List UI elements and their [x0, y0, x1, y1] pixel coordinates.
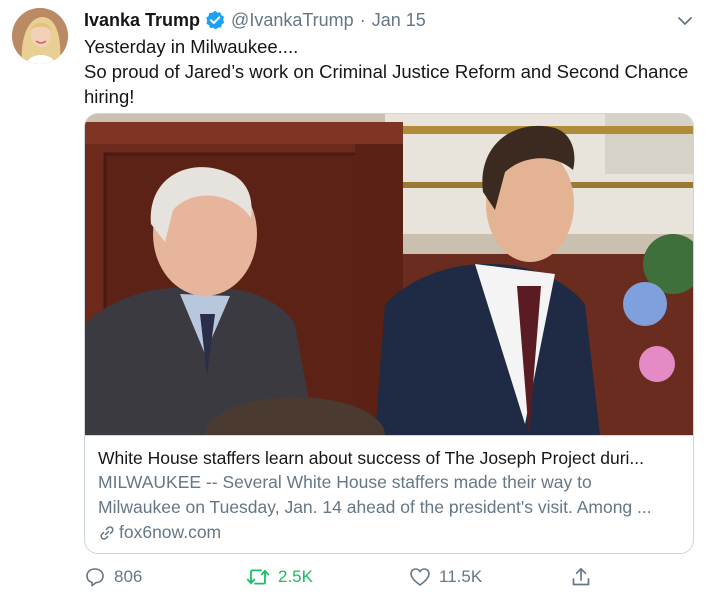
- reply-icon: [86, 568, 104, 587]
- author-name[interactable]: Ivanka Trump: [84, 9, 200, 31]
- link-icon: [100, 525, 114, 540]
- tweet: Ivanka Trump @IvankaTrump · Jan 15 Yeste…: [0, 0, 712, 600]
- verified-badge-icon: [205, 10, 225, 30]
- card-description: MILWAUKEE -- Several White House staffer…: [98, 470, 681, 520]
- card-domain-text: fox6now.com: [119, 522, 222, 542]
- share-button[interactable]: [570, 566, 600, 588]
- separator: ·: [359, 10, 366, 30]
- tweet-text-line: Yesterday in Milwaukee....: [84, 36, 299, 57]
- chevron-down-icon[interactable]: [676, 12, 694, 30]
- avatar-image: [12, 8, 68, 64]
- card-description-line: MILWAUKEE -- Several White House staffer…: [98, 472, 592, 492]
- retweet-icon: [246, 569, 270, 585]
- card-domain[interactable]: fox6now.com: [98, 520, 681, 545]
- share-icon: [572, 567, 590, 586]
- tweet-date[interactable]: Jan 15: [372, 9, 426, 31]
- reply-count: 806: [114, 567, 143, 586]
- tweet-header: Ivanka Trump @IvankaTrump · Jan 15: [84, 9, 426, 31]
- author-handle[interactable]: @IvankaTrump: [231, 9, 354, 31]
- like-button[interactable]: 11.5K: [409, 566, 482, 588]
- link-card[interactable]: White House staffers learn about success…: [84, 113, 694, 554]
- tweet-text-line: So proud of Jared’s work on Criminal Jus…: [84, 61, 689, 82]
- avatar[interactable]: [12, 8, 68, 64]
- reply-button[interactable]: 806: [84, 566, 142, 588]
- card-title[interactable]: White House staffers learn about success…: [98, 446, 681, 470]
- card-body[interactable]: White House staffers learn about success…: [85, 435, 693, 553]
- retweet-button[interactable]: 2.5K: [246, 566, 313, 588]
- tweet-text-line: hiring!: [84, 86, 135, 107]
- tweet-actions: 806 2.5K 11.5K: [84, 566, 604, 592]
- retweet-count: 2.5K: [278, 567, 313, 586]
- like-count: 11.5K: [439, 567, 483, 586]
- card-description-line: Milwaukee on Tuesday, Jan. 14 ahead of t…: [98, 497, 652, 517]
- heart-icon: [410, 568, 430, 586]
- card-image[interactable]: [85, 114, 693, 435]
- tweet-text: Yesterday in Milwaukee.... So proud of J…: [84, 34, 694, 109]
